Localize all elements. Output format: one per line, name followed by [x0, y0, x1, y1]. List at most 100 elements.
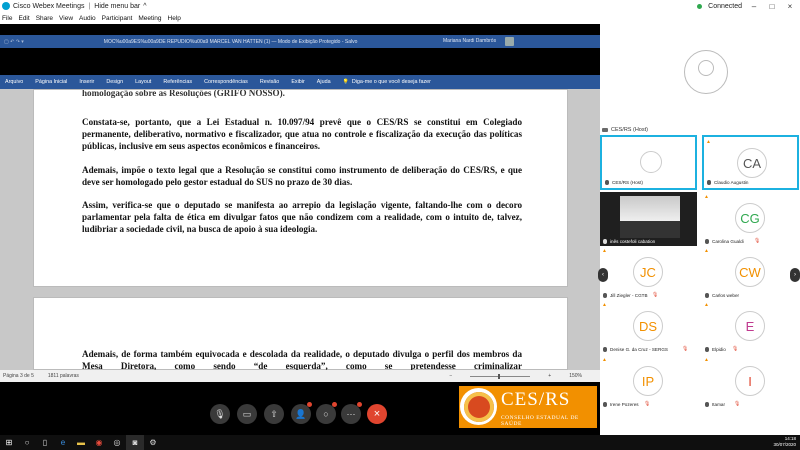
microphone-icon	[705, 402, 709, 407]
microphone-icon	[603, 239, 607, 244]
more-icon: ⋯	[346, 408, 356, 419]
participant-tile[interactable]: CES/RS (Host)	[600, 135, 697, 190]
document-paragraph: Assim, verifica-se que o deputado se man…	[82, 200, 522, 235]
document-paragraph: homologação sobre as Resoluções (GRIFO N…	[82, 90, 285, 98]
microphone-icon	[705, 239, 709, 244]
mute-button[interactable]: 🎙	[210, 404, 230, 424]
notification-badge	[307, 402, 312, 407]
participants-button[interactable]: 👤	[291, 402, 312, 424]
ribbon-tab-arquivo[interactable]: Arquivo	[5, 79, 23, 85]
participant-name: Carolina Gualdi	[712, 239, 744, 244]
microphone-icon	[603, 347, 607, 352]
screen-share-icon	[602, 128, 608, 132]
search-button[interactable]: ○	[18, 435, 36, 450]
participant-tile[interactable]: ▲ CG Carolina Gualdi 🎙	[702, 192, 799, 247]
menu-participant[interactable]: Participant	[102, 15, 133, 22]
muted-icon: 🎙	[682, 346, 689, 352]
document-paragraph: Ademais, de forma também equivocada e de…	[82, 349, 522, 370]
edge-icon: e	[60, 438, 66, 447]
menu-meeting[interactable]: Meeting	[138, 15, 161, 22]
participant-tile[interactable]: ▲ DS Denise G. da Cruz - SERGS 🎙	[600, 300, 697, 355]
video-button[interactable]: ▭	[237, 404, 257, 424]
tell-me-search[interactable]: Diga-me o que você deseja fazer	[343, 79, 431, 85]
logo-mark: CES/RS	[501, 389, 571, 410]
close-window-button[interactable]: ×	[784, 2, 796, 11]
hide-menu-arrow-icon[interactable]: ^	[143, 3, 146, 10]
page-count: Página 3 de 5	[3, 373, 34, 379]
participant-tile[interactable]: ▲ I Itamar 🎙	[702, 355, 799, 410]
muted-icon: 🎙	[644, 401, 651, 407]
zoom-in-button[interactable]: +	[548, 373, 551, 379]
participant-name: CES/RS (Host)	[612, 180, 643, 185]
minimize-button[interactable]: –	[748, 2, 760, 11]
logo-subtitle: CONSELHO ESTADUAL DE SAÚDE	[501, 415, 579, 427]
menu-audio[interactable]: Audio	[79, 15, 96, 22]
microphone-icon	[605, 180, 609, 185]
chat-button[interactable]: ○	[316, 402, 337, 424]
webex-meeting-taskbar-button[interactable]: ◙	[126, 435, 144, 450]
participant-initials: IP	[633, 366, 663, 396]
next-page-arrow[interactable]: ›	[790, 268, 800, 282]
word-user-avatar	[505, 37, 514, 46]
ribbon-tab-exibir[interactable]: Exibir	[291, 79, 304, 85]
document-paragraph: Constata-se, portanto, que a Lei Estadua…	[82, 117, 522, 152]
start-button[interactable]: ⊞	[0, 435, 18, 450]
participant-tile[interactable]: ▲ E Elpidio 🎙	[702, 300, 799, 355]
word-ribbon: Arquivo Página Inicial Inserir Design La…	[0, 75, 600, 89]
more-options-button[interactable]: ⋯	[341, 402, 362, 424]
warning-icon: ▲	[706, 139, 711, 145]
webex-taskbar-button[interactable]: ◎	[108, 435, 126, 450]
warning-icon: ▲	[704, 357, 709, 363]
maximize-button[interactable]: □	[766, 2, 778, 11]
participant-tile[interactable]: ▲ IP Irene Pozeres 🎙	[600, 355, 697, 410]
menu-edit[interactable]: Edit	[18, 15, 29, 22]
warning-icon: ▲	[602, 302, 607, 308]
file-explorer-button[interactable]: ▬	[72, 435, 90, 450]
notification-badge	[332, 402, 337, 407]
ribbon-tab-ajuda[interactable]: Ajuda	[317, 79, 331, 85]
ribbon-tab-revisao[interactable]: Revisão	[260, 79, 279, 85]
participant-tile[interactable]: ▲ CA Claudio Augustin	[702, 135, 799, 190]
connection-status-icon	[697, 3, 703, 9]
menu-help[interactable]: Help	[168, 15, 181, 22]
word-user-name: Mariana Nardi Dambrós	[443, 38, 497, 44]
microphone-icon	[603, 293, 607, 298]
muted-icon: 🎙	[754, 238, 761, 244]
menu-view[interactable]: View	[59, 15, 73, 22]
settings-button[interactable]: ⚙	[144, 435, 162, 450]
person-icon	[640, 151, 662, 173]
windows-taskbar: ⊞ ○ ▯ e ▬ ◉ ◎ ◙ ⚙ 14:18 30/07/2020	[0, 435, 800, 450]
zoom-slider[interactable]	[470, 373, 531, 379]
participant-initials: E	[735, 311, 765, 341]
previous-page-arrow[interactable]: ‹	[598, 268, 608, 282]
hide-menu-bar-button[interactable]: Hide menu bar	[94, 3, 140, 10]
participant-initials: I	[735, 366, 765, 396]
share-icon: ⇧	[270, 408, 278, 419]
task-view-button[interactable]: ▯	[36, 435, 54, 450]
participant-tile[interactable]: inês costefoli cabation	[600, 192, 697, 247]
ribbon-tab-layout[interactable]: Layout	[135, 79, 151, 85]
share-button[interactable]: ⇧	[264, 404, 284, 424]
participant-tile[interactable]: ▲ CW Carlos weber	[702, 246, 799, 301]
panel-header-label: CES/RS (Host)	[611, 127, 648, 133]
zoom-out-button[interactable]: −	[449, 373, 452, 379]
quick-access-toolbar[interactable]: ▢ ↶ ↷ ▾	[4, 39, 24, 45]
chrome-button[interactable]: ◉	[90, 435, 108, 450]
microphone-icon	[705, 293, 709, 298]
system-clock[interactable]: 14:18 30/07/2020	[773, 436, 796, 448]
participant-name: Jill Ziegler - CGTB	[610, 293, 648, 298]
ribbon-tab-design[interactable]: Design	[106, 79, 123, 85]
muted-icon: 🎙	[652, 292, 659, 298]
edge-button[interactable]: e	[54, 435, 72, 450]
webex-logo-icon	[2, 2, 10, 10]
muted-icon: 🎙	[732, 346, 739, 352]
participant-tile[interactable]: ▲ JC Jill Ziegler - CGTB 🎙	[600, 246, 697, 301]
title-separator: |	[88, 2, 91, 10]
menu-file[interactable]: File	[2, 15, 12, 22]
ribbon-tab-correspondencias[interactable]: Correspondências	[204, 79, 248, 85]
ribbon-tab-pagina-inicial[interactable]: Página Inicial	[35, 79, 67, 85]
ribbon-tab-referencias[interactable]: Referências	[163, 79, 192, 85]
end-meeting-button[interactable]: ×	[367, 404, 387, 424]
menu-share[interactable]: Share	[36, 15, 53, 22]
ribbon-tab-inserir[interactable]: Inserir	[79, 79, 94, 85]
